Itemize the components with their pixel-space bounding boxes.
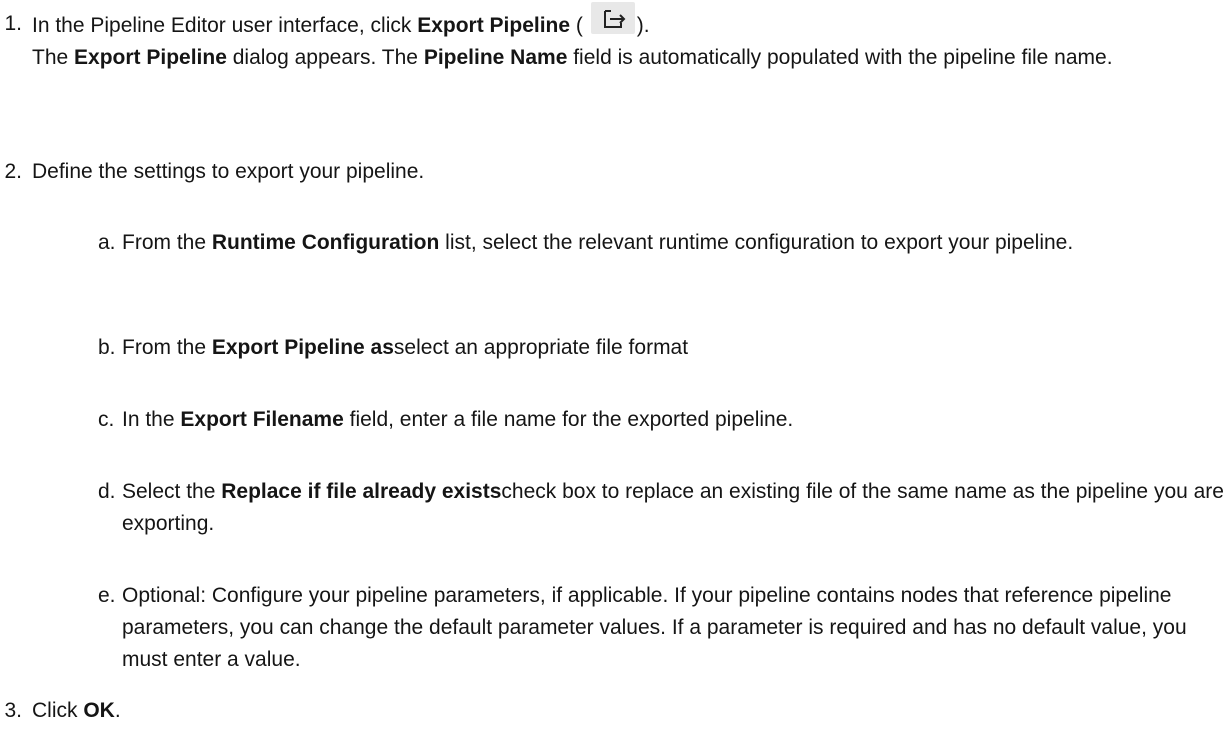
step-number: 2. — [4, 160, 22, 183]
ui-term: Pipeline Name — [423, 46, 568, 69]
substep-text: Optional: Configure your pipeline parame… — [122, 584, 1187, 671]
instruction-document: 1. In the Pipeline Editor user interface… — [0, 0, 1229, 733]
export-pipeline-icon — [590, 2, 635, 34]
substep-text: Select the Replace if file already exist… — [122, 480, 1224, 535]
ui-term: Export Filename — [180, 408, 344, 431]
substep-text: In the Export Filename field, enter a fi… — [122, 408, 794, 431]
step-2-text: Define the settings to export your pipel… — [32, 160, 425, 183]
step-1-line-2: The Export Pipeline dialog appears. The … — [32, 46, 1113, 69]
ui-term: Runtime Configuration — [211, 231, 440, 254]
substep-text: From the Runtime Configuration list, sel… — [122, 231, 1074, 254]
ui-term: Replace if file already exists — [221, 480, 502, 503]
step-1-body: In the Pipeline Editor user interface, c… — [32, 2, 1225, 74]
step-number: 1. — [4, 12, 22, 35]
step-number: 3. — [4, 699, 22, 722]
ui-term: Export Pipeline — [417, 14, 571, 37]
step-1-line-1: In the Pipeline Editor user interface, c… — [32, 2, 1225, 42]
ui-term: OK — [83, 699, 115, 722]
step-3-text: Click OK. — [32, 699, 121, 722]
ui-term: Export Pipeline — [74, 46, 227, 69]
ui-term: Export Pipeline as — [211, 336, 394, 359]
substep-letter: d. — [98, 480, 116, 503]
substep-letter: e. — [98, 584, 116, 607]
substep-letter: c. — [98, 408, 115, 431]
substep-letter: a. — [98, 231, 116, 254]
substep-letter: b. — [98, 336, 116, 359]
substep-text: From the Export Pipeline asselect an app… — [122, 336, 689, 359]
